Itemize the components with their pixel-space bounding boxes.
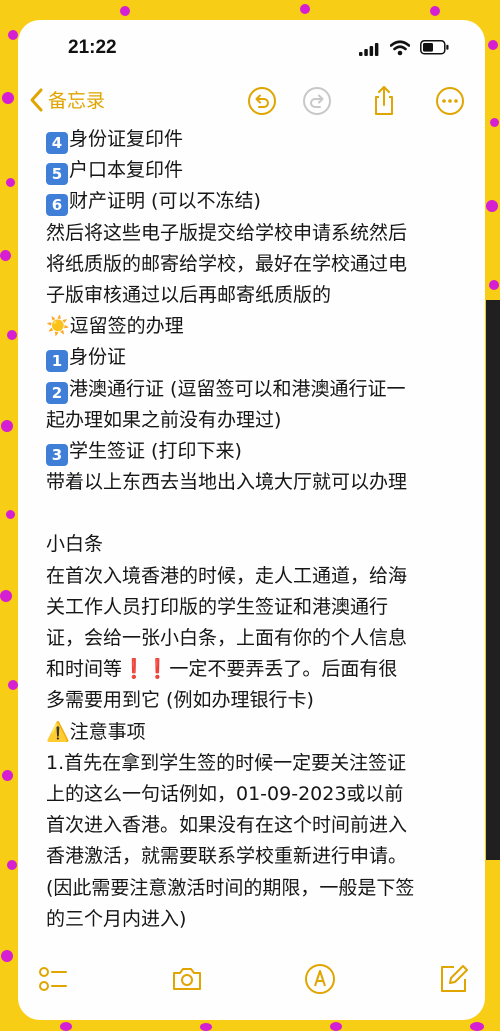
keycap-number: 4 [46,132,68,154]
chevron-left-icon [30,88,43,111]
checklist-icon[interactable] [36,962,70,996]
paragraph-line: 起办理如果之前没有办理过) [46,408,282,431]
exclamation-icon: ❗ [122,658,146,681]
keycap-number: 2 [46,381,68,404]
back-label: 备忘录 [48,90,106,112]
list-item: 2 港澳通行证 (逗留签可以和港澳通行证一 [46,374,482,405]
paragraph-line: 子版审核通过以后再邮寄纸质版的 [46,283,332,306]
paragraph-line: 首次进入香港。如果没有在这个时间前进入 [46,814,408,837]
list-item: 4 身份证复印件 [46,124,482,155]
list-item: 6 财产证明 (可以不冻结) [46,186,482,217]
status-bar: 21:22 [18,20,485,80]
paragraph-line: 上的这么一句话例如，01-09-2023或以前 [46,782,404,805]
battery-icon [420,40,449,55]
keycap-number: 6 [46,194,68,217]
paragraph-line: 的三个月内进入) [46,907,187,930]
paragraph-line: 1.首先在拿到学生签的时候一定要关注签证 [46,751,407,774]
keycap-number: 3 [46,443,68,466]
camera-icon[interactable] [170,962,204,996]
ellipsis-icon[interactable] [434,85,466,117]
keycap-number: 1 [46,350,68,373]
compose-icon[interactable] [436,962,470,996]
phone-screen: 21:22 备忘录 4 身份证复印件 5 户口本复印件 6 财产证明 (可以不冻… [18,20,485,1020]
paragraph-line: 和时间等❗❗一定不要弄丢了。后面有很 [46,658,398,681]
share-icon[interactable] [368,85,400,117]
redo-icon[interactable] [301,85,333,117]
paragraph-line: 将纸质版的邮寄给学校，最好在学校通过电 [46,252,408,275]
sun-icon: ☀️ [46,315,70,338]
list-item: 1 身份证 [46,342,482,373]
section-heading: ⚠️注意事项 [46,720,146,743]
background-edge [486,300,500,860]
back-button[interactable]: 备忘录 [28,86,105,113]
list-item: 3 学生签证 (打印下来) [46,436,482,467]
wifi-icon [390,40,410,56]
section-heading: ☀️逗留签的办理 [46,315,184,338]
paragraph-line: 然后将这些电子版提交给学校申请系统然后 [46,221,408,244]
signal-icon [359,43,379,56]
warning-icon: ⚠️ [46,720,70,743]
undo-icon[interactable] [246,85,278,117]
note-body[interactable]: 4 身份证复印件 5 户口本复印件 6 财产证明 (可以不冻结) 然后将这些电子版提交… [46,124,482,935]
status-time: 21:22 [68,37,117,58]
section-heading: 小白条 [46,533,104,556]
list-item: 5 户口本复印件 [46,155,482,186]
nav-bar: 备忘录 [18,80,485,128]
paragraph-line: 关工作人员打印版的学生签证和港澳通行 [46,595,389,618]
paragraph-line: 证，会给一张小白条，上面有你的个人信息 [46,627,408,649]
keycap-number: 5 [46,163,68,186]
paragraph-line: 多需要用到它 (例如办理银行卡) [46,689,314,712]
paragraph-line: 带着以上东西去当地出入境大厅就可以办理 [46,471,408,494]
paragraph-line: 香港激活，就需要联系学校重新进行申请。 [46,845,408,868]
paragraph-line: (因此需要注意激活时间的期限，一般是下签 [46,876,415,899]
paragraph-line: 在首次入境香港的时候，走人工通道，给海 [46,564,408,587]
exclamation-icon: ❗ [145,658,170,681]
bottom-toolbar [18,940,485,1020]
pen-markup-icon[interactable] [303,962,337,996]
